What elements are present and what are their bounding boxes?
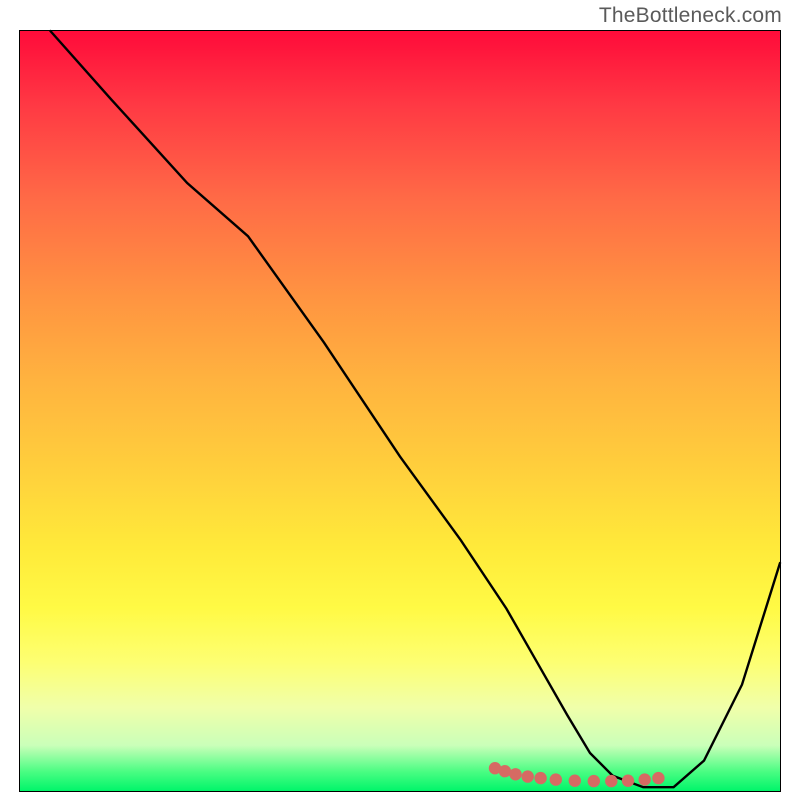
chart-marker-dot bbox=[550, 773, 562, 785]
chart-marker-dot bbox=[534, 772, 546, 784]
watermark-text: TheBottleneck.com bbox=[599, 4, 782, 28]
chart-marker-dot bbox=[605, 775, 617, 787]
chart-frame bbox=[19, 30, 781, 792]
chart-marker-dot bbox=[509, 768, 521, 780]
chart-marker-dot bbox=[588, 775, 600, 787]
chart-marker-dot bbox=[569, 775, 581, 787]
chart-marker-dot bbox=[622, 775, 634, 787]
chart-marker-dot bbox=[639, 773, 651, 785]
chart-curve-line bbox=[50, 31, 780, 787]
chart-marker-dot bbox=[499, 765, 511, 777]
chart-svg-layer bbox=[20, 31, 780, 791]
chart-marker-dot bbox=[652, 772, 664, 784]
chart-marker-dot bbox=[522, 770, 534, 782]
chart-markers bbox=[489, 762, 665, 787]
